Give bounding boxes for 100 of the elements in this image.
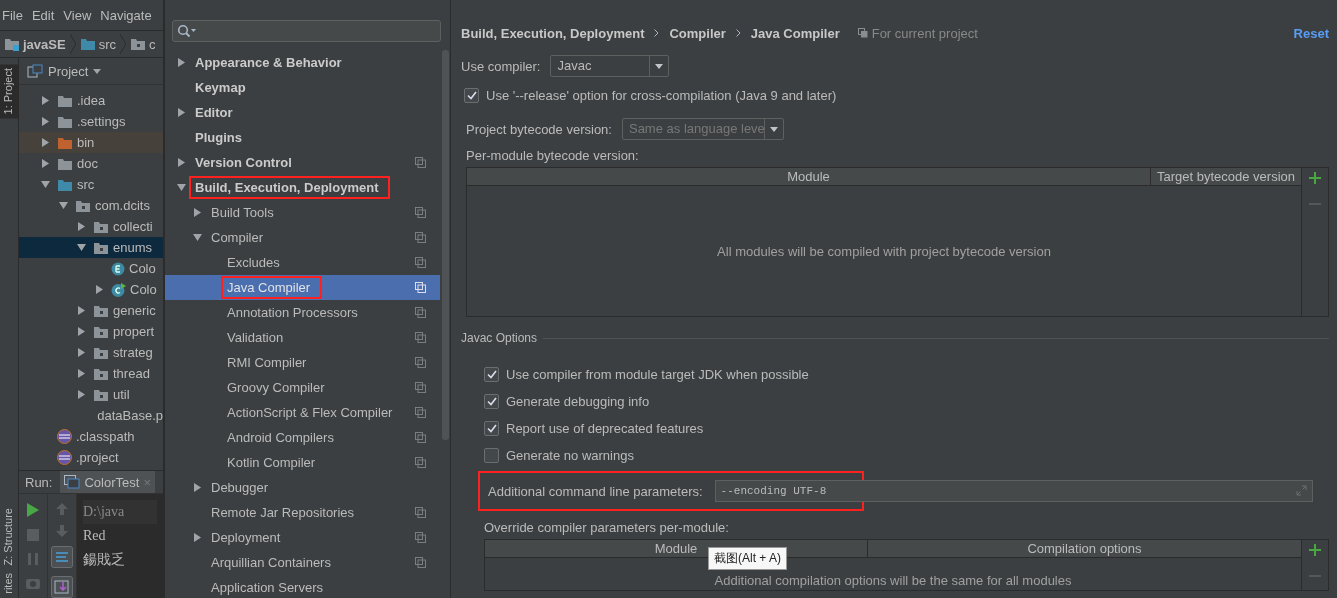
tree-item[interactable]: propert — [113, 324, 155, 339]
add-icon — [1309, 172, 1321, 184]
settings-tree-item[interactable]: RMI Compiler — [165, 350, 440, 375]
settings-tree-item[interactable]: Android Compilers — [165, 425, 440, 450]
tree-item[interactable]: dataBase.p — [97, 408, 163, 423]
settings-tree-item[interactable]: Java Compiler — [165, 275, 440, 300]
tree-item[interactable]: .classpath — [76, 429, 135, 444]
checkbox[interactable] — [464, 88, 479, 103]
package-icon — [93, 345, 109, 360]
column-header[interactable]: Module — [467, 168, 1151, 185]
tree-item[interactable]: com.dcits — [95, 198, 150, 213]
package-icon — [75, 198, 91, 213]
column-header[interactable]: Compilation options — [868, 540, 1301, 557]
search-field[interactable] — [172, 20, 441, 42]
project-scope-icon — [857, 28, 868, 38]
check-icon — [486, 424, 497, 433]
tree-item[interactable]: enums — [113, 240, 153, 255]
settings-tree-item[interactable]: ActionScript & Flex Compiler — [165, 400, 440, 425]
tree-item[interactable]: util — [113, 387, 130, 402]
checkbox[interactable] — [484, 394, 499, 409]
settings-tree-item[interactable]: Keymap — [165, 75, 440, 100]
checkbox[interactable] — [484, 448, 499, 463]
breadcrumb-item[interactable]: src — [98, 36, 116, 52]
empty-message: Additional compilation options will be the same for all modules — [714, 573, 1072, 588]
field-label: Additional command line parameters: — [488, 483, 703, 499]
scroll-to-end-icon — [51, 576, 73, 598]
down-arrow-icon — [55, 524, 69, 538]
settings-tree-item[interactable]: Validation — [165, 325, 440, 350]
camera-icon — [25, 576, 41, 590]
column-header[interactable]: Target bytecode version — [1151, 168, 1301, 185]
settings-tree-item[interactable]: Compiler — [165, 225, 440, 250]
console-line: Red — [83, 527, 107, 545]
settings-tree-item[interactable]: Remote Jar Repositories — [165, 500, 440, 525]
tree-item[interactable]: .project — [76, 450, 119, 465]
settings-tree-item[interactable]: Plugins — [165, 125, 440, 150]
empty-message: All modules will be compiled with project bytecode version — [717, 243, 1051, 259]
settings-tree-item[interactable]: Kotlin Compiler — [165, 450, 440, 475]
tree-item[interactable]: strateg — [113, 345, 153, 360]
settings-tree-item[interactable]: Version Control — [165, 150, 440, 175]
panel-label: Run: — [25, 474, 53, 490]
tool-window-tab[interactable]: Z: Structure — [0, 503, 18, 570]
tree-item[interactable]: src — [77, 177, 95, 192]
breadcrumb-item[interactable]: javaSE — [23, 36, 66, 52]
tree-item[interactable]: Colo — [130, 282, 157, 297]
dropdown[interactable]: Javac — [550, 55, 670, 77]
checkbox-label: Use compiler from module target JDK when possible — [506, 367, 809, 382]
pause-icon — [26, 552, 40, 566]
menu-item[interactable]: Edit — [31, 7, 55, 23]
checkbox-label: Report use of deprecated features — [506, 421, 704, 436]
settings-tree-item[interactable]: Deployment — [165, 525, 440, 550]
up-arrow-icon — [55, 502, 69, 516]
settings-tree-item[interactable]: Build Tools — [165, 200, 440, 225]
checkbox[interactable] — [484, 421, 499, 436]
menu-item[interactable]: View — [63, 7, 92, 23]
settings-tree-item[interactable]: Annotation Processors — [165, 300, 440, 325]
project-view-icon — [27, 64, 43, 78]
package-icon — [130, 37, 146, 51]
check-icon — [486, 370, 497, 379]
section-label: Override compiler parameters per-module: — [484, 519, 730, 537]
input-field[interactable]: --encoding UTF-8 — [714, 480, 1313, 502]
section-label: Per-module bytecode version: — [466, 147, 640, 165]
chevron-icon — [735, 29, 741, 37]
run-tab[interactable]: ColorTest × — [60, 471, 155, 493]
package-icon — [93, 366, 109, 381]
console-icon — [64, 475, 81, 489]
settings-tree-item[interactable]: Excludes — [165, 250, 440, 275]
menu-item[interactable]: File — [2, 7, 23, 23]
checkbox-label: Generate no warnings — [506, 448, 634, 463]
folder-icon — [57, 114, 73, 129]
run-icon — [26, 502, 40, 518]
breadcrumb-item[interactable]: c — [149, 36, 156, 52]
tree-item[interactable]: .settings — [77, 114, 126, 129]
settings-tree-item[interactable]: Editor — [165, 100, 440, 125]
checkbox[interactable] — [484, 367, 499, 382]
console-line: 鍚戝乏 — [83, 551, 126, 569]
tree-item[interactable]: Colo — [129, 261, 156, 276]
tool-window-tab[interactable]: rites — [0, 569, 18, 598]
tree-item[interactable]: generic — [113, 303, 156, 318]
tree-item[interactable]: doc — [77, 156, 98, 171]
reset-link[interactable]: Reset — [1293, 25, 1329, 41]
settings-tree-item[interactable]: Arquillian Containers — [165, 550, 440, 575]
add-icon — [1309, 544, 1321, 556]
search-icon — [177, 24, 197, 38]
settings-tree-item[interactable]: Debugger — [165, 475, 440, 500]
folder-icon — [57, 156, 73, 171]
pane-title[interactable]: Project — [48, 63, 89, 79]
tree-item[interactable]: collecti — [113, 219, 153, 234]
menu-item[interactable]: Navigate — [100, 7, 152, 23]
tool-window-tab[interactable]: 1: Project — [0, 64, 18, 119]
settings-tree-item[interactable]: Application Servers — [165, 575, 440, 598]
folder-icon — [57, 93, 73, 108]
tree-item[interactable]: bin — [77, 135, 95, 150]
settings-tree-item[interactable]: Appearance & Behavior — [165, 50, 440, 75]
scrollbar[interactable] — [442, 50, 449, 440]
tree-item[interactable]: .idea — [77, 93, 106, 108]
tree-item[interactable]: thread — [113, 366, 150, 381]
breadcrumb-item: Build, Execution, Deployment — [461, 25, 645, 41]
expand-icon — [1295, 485, 1307, 496]
settings-tree-item[interactable]: Groovy Compiler — [165, 375, 440, 400]
class-icon — [111, 282, 126, 297]
